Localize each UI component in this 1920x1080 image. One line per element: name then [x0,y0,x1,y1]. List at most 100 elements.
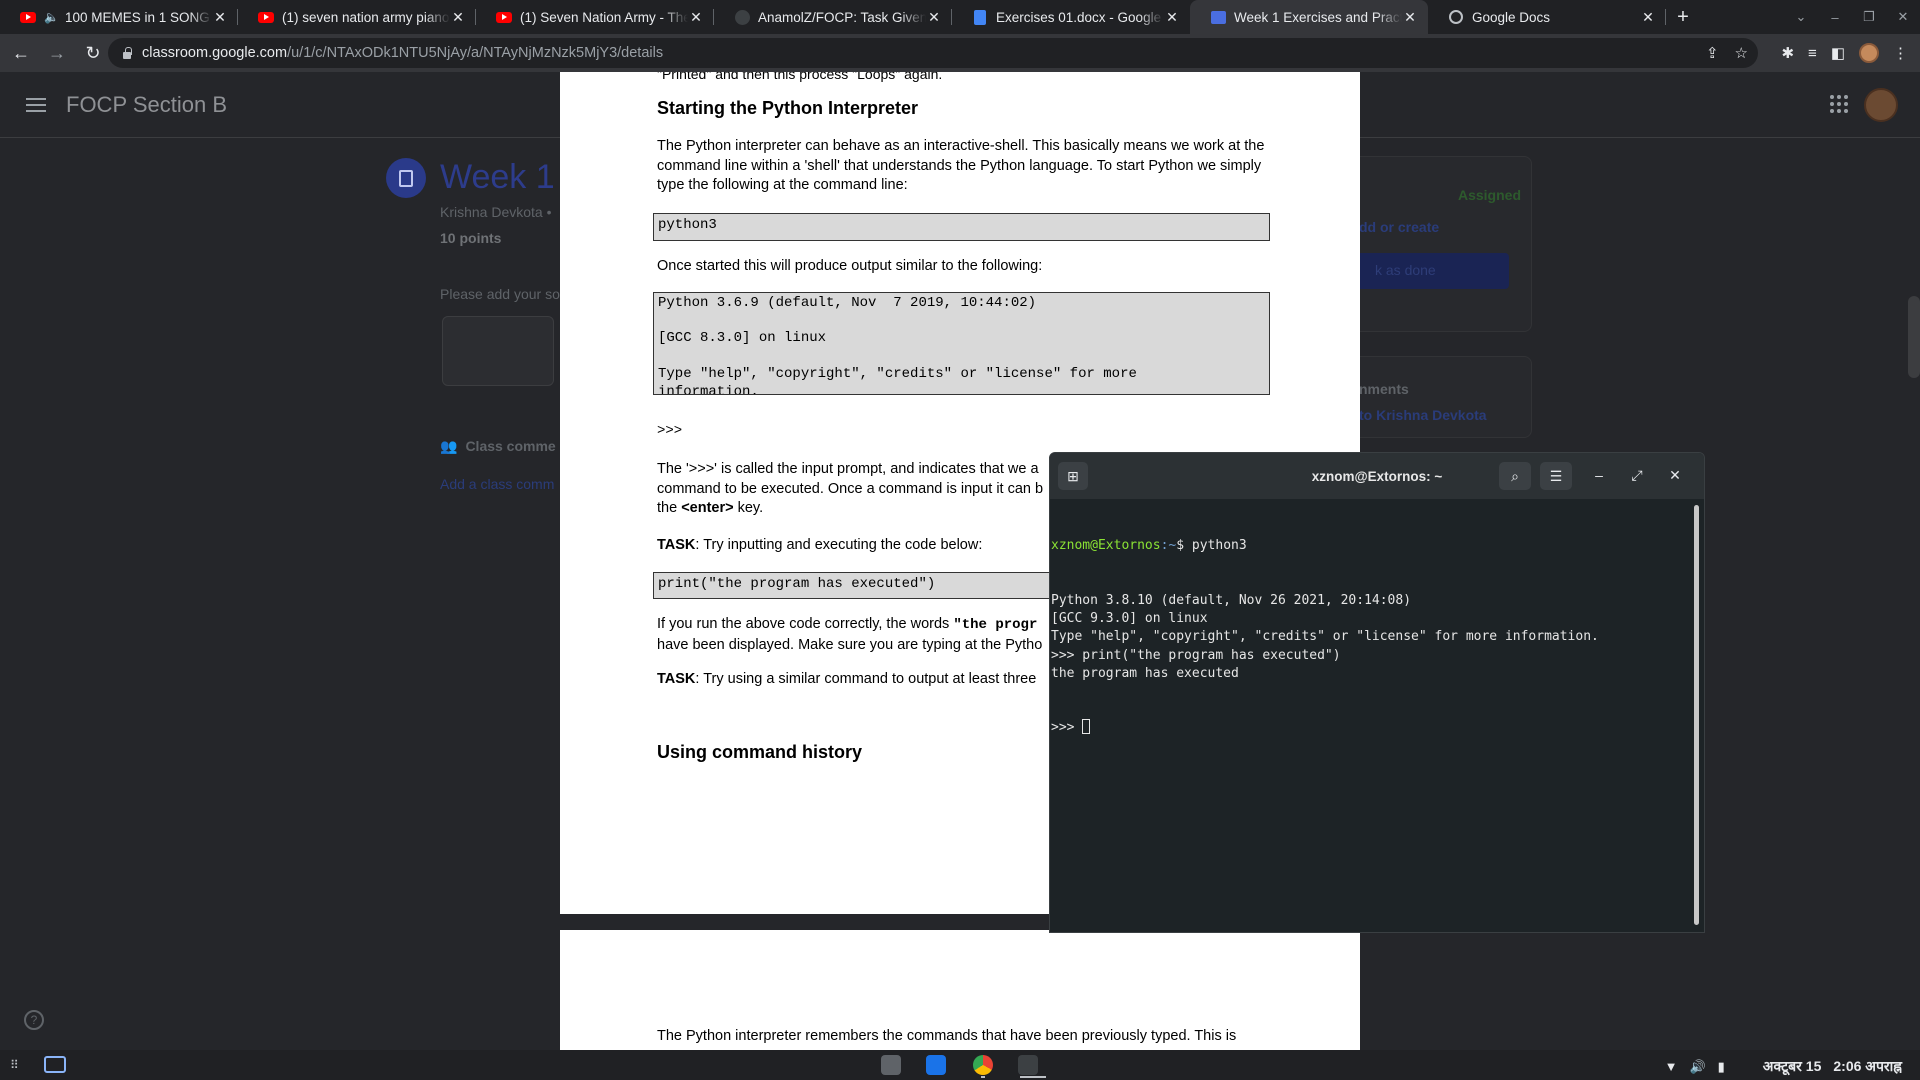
tab-close-icon[interactable]: ✕ [212,9,228,25]
youtube-icon [20,9,36,25]
browser-tab[interactable]: (1) seven nation army piano ✕ [238,0,476,34]
doc-cut-line: "Printed" and then this process "Loops" … [657,72,943,82]
system-tray[interactable]: ▼ 🔊 ▮ अक्टूबर 15 2:06 अपराह्न [1665,1057,1902,1076]
terminal-maximize-icon[interactable]: ⤢ [1628,467,1646,484]
github-icon [734,9,750,25]
course-title[interactable]: FOCP Section B [66,92,227,118]
browser-tab[interactable]: 🔈 100 MEMES in 1 SONG (✕ [0,0,238,34]
doc-prompt-line: >>> [657,423,683,439]
volume-icon: 🔊 [1689,1058,1706,1074]
profile-avatar[interactable] [1859,43,1879,63]
launcher-icon[interactable]: ⠿ [10,1058,19,1072]
share-icon[interactable]: ⇪ [1706,44,1719,62]
tab-audio-icon[interactable]: 🔈 [44,10,59,24]
chrome-app-icon[interactable] [973,1055,993,1075]
back-icon[interactable]: ← [6,38,36,68]
browser-toolbar: ← → ↻ classroom.google.com/u/1/c/NTAxODk… [0,34,1920,72]
files-app-icon[interactable] [881,1055,901,1075]
browser-tab[interactable]: Google Docs ✕ [1428,0,1666,34]
os-taskbar: ⠿ ▼ 🔊 ▮ अक्टूबर 15 2:06 अपराह्न [0,1050,1920,1080]
code-line: information. [658,383,759,395]
terminal-scrollbar[interactable] [1694,505,1699,925]
terminal-window[interactable]: ⊞ xznom@Extornos: ~ ⌕ ☰ – ⤢ ✕ xznom@Exto… [1049,452,1705,933]
google-apps-icon[interactable] [1830,95,1848,113]
document-page-2[interactable]: The Python interpreter remembers the com… [560,930,1360,1050]
new-tab-button[interactable]: + [1666,0,1700,34]
forward-icon[interactable]: → [42,38,72,68]
restore-icon[interactable]: ❐ [1852,9,1886,25]
your-work-card: Assigned dd or create k as done [1340,156,1532,332]
terminal-app-icon[interactable] [1018,1055,1038,1075]
terminal-search-icon[interactable]: ⌕ [1499,462,1531,490]
classroom-icon [1210,9,1226,25]
code-box-python3: python3 [653,213,1270,241]
terminal-cursor [1082,719,1091,735]
youtube-icon [496,9,512,25]
mark-as-done-button[interactable]: k as done [1355,253,1509,289]
chrome-menu-icon[interactable]: ⋮ [1893,44,1908,62]
code-line: Python 3.6.9 (default, Nov 7 2019, 10:44… [658,295,1037,311]
terminal-line: [GCC 9.3.0] on linux [1051,611,1208,627]
browser-tab[interactable]: Exercises 01.docx - Google ✕ [952,0,1190,34]
tab-close-icon[interactable]: ✕ [450,9,466,25]
chrome-running-indicator [981,1076,985,1078]
assignment-description: Please add your so [440,286,560,302]
status-badge: Assigned [1457,187,1521,203]
terminal-close-icon[interactable]: ✕ [1666,467,1684,484]
terminal-current-prompt: >>> [1051,719,1599,737]
terminal-line: the program has executed [1051,665,1239,681]
add-or-create-button[interactable]: dd or create [1359,219,1439,235]
class-comments-heading: 👥 Class comme [440,438,556,454]
window-controls: ⌄ – ❐ ✕ [1784,0,1920,34]
side-panel-icon[interactable]: ◧ [1831,44,1845,62]
add-class-comment-link[interactable]: Add a class comm [440,476,554,492]
terminal-output[interactable]: xznom@Extornos:~$ python3 Python 3.8.10 … [1051,501,1599,774]
terminal-running-indicator [1020,1076,1046,1078]
browser-tab[interactable]: (1) Seven Nation Army - The ✕ [476,0,714,34]
code-box-python-output: Python 3.6.9 (default, Nov 7 2019, 10:44… [653,292,1270,395]
reload-icon[interactable]: ↻ [78,38,108,68]
add-private-comment-link[interactable]: to Krishna Devkota [1359,407,1487,423]
tab-close-icon[interactable]: ✕ [926,9,942,25]
battery-icon: ▮ [1717,1058,1725,1074]
account-avatar[interactable] [1864,88,1898,122]
page-scrollbar[interactable] [1908,296,1920,378]
lock-icon[interactable] [122,47,132,59]
attachment-thumbnail[interactable] [442,316,554,386]
tab-close-icon[interactable]: ✕ [688,9,704,25]
tab-title: Google Docs [1472,9,1551,25]
extensions-icon[interactable]: ✱ [1781,44,1794,62]
tab-close-icon[interactable]: ✕ [1402,9,1418,25]
terminal-titlebar[interactable]: ⊞ xznom@Extornos: ~ ⌕ ☰ – ⤢ ✕ [1050,453,1704,499]
wifi-icon: ▼ [1664,1059,1678,1074]
browser-tab[interactable]: AnamolZ/FOCP: Task Given ✕ [714,0,952,34]
private-comments-card: nments to Krishna Devkota [1340,356,1532,438]
camera-app-icon[interactable] [926,1055,946,1075]
browser-tab[interactable]: Week 1 Exercises and Pract ✕ [1190,0,1428,34]
tab-close-icon[interactable]: ✕ [1640,9,1656,25]
minimize-icon[interactable]: – [1818,10,1852,25]
url-path: /u/1/c/NTAxODk1NTU5NjAy/a/NTAyNjMzNzk5Mj… [287,45,664,61]
heading-command-history: Using command history [657,742,863,762]
overview-icon[interactable] [44,1056,66,1073]
docs-icon [972,9,988,25]
tab-title: Exercises 01.docx - Google [996,9,1162,25]
close-window-icon[interactable]: ✕ [1886,9,1920,25]
terminal-line: Type "help", "copyright", "credits" or "… [1051,629,1599,645]
tab-close-icon[interactable]: ✕ [1164,9,1180,25]
terminal-minimize-icon[interactable]: – [1590,467,1608,483]
media-controls-icon[interactable]: ≡ [1808,45,1817,62]
bookmark-star-icon[interactable]: ☆ [1735,44,1748,62]
main-menu-icon[interactable] [26,97,46,112]
help-icon[interactable]: ? [24,1010,44,1030]
address-bar[interactable]: classroom.google.com/u/1/c/NTAxODk1NTU5N… [108,38,1758,68]
tab-title: (1) seven nation army piano [282,9,450,25]
code-line: Type "help", "copyright", "credits" or "… [658,365,1137,382]
terminal-menu-icon[interactable]: ☰ [1540,462,1572,490]
tab-title: AnamolZ/FOCP: Task Given [758,9,926,25]
tab-search-icon[interactable]: ⌄ [1784,9,1818,25]
code-line: [GCC 8.3.0] on linux [658,330,827,347]
youtube-icon [258,9,274,25]
